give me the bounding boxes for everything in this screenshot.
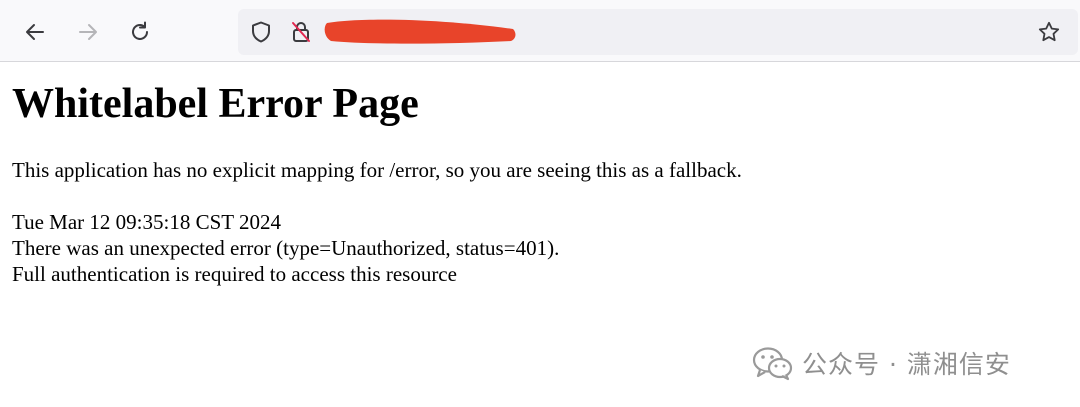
shield-icon — [252, 21, 270, 43]
star-icon — [1038, 21, 1060, 42]
reload-button[interactable] — [122, 14, 158, 50]
wechat-icon — [752, 347, 793, 381]
fallback-explanation: This application has no explicit mapping… — [12, 158, 742, 182]
watermark: 公众号 · 潇湘信安 — [752, 345, 1011, 381]
tracking-protection-button[interactable] — [248, 19, 274, 45]
error-message: There was an unexpected error (type=Unau… — [12, 236, 560, 260]
bookmark-button[interactable] — [1036, 19, 1062, 45]
page-title: Whitelabel Error Page — [12, 81, 419, 127]
lock-strikethrough-icon — [292, 22, 310, 42]
address-bar[interactable] — [238, 9, 1078, 55]
reload-icon — [132, 21, 148, 40]
watermark-text: 公众号 · 潇湘信安 — [802, 350, 1011, 379]
forward-button[interactable] — [70, 14, 106, 50]
arrow-left-icon — [26, 24, 44, 40]
site-security-button[interactable] — [288, 19, 314, 45]
back-button[interactable] — [17, 14, 53, 50]
error-timestamp: Tue Mar 12 09:35:18 CST 2024 — [12, 210, 281, 234]
arrow-right-icon — [79, 24, 97, 40]
redacted-url — [324, 19, 516, 44]
browser-toolbar — [0, 0, 1080, 62]
error-page-content: Whitelabel Error Page This application h… — [12, 62, 1072, 287]
error-detail: Full authentication is required to acces… — [12, 262, 457, 286]
